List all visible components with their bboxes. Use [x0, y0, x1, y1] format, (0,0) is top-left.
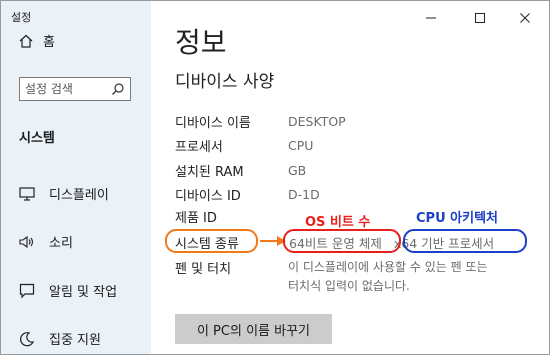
annotation-label-cpu-arch: CPU 아키텍처 — [416, 211, 498, 226]
close-icon — [520, 13, 530, 23]
spec-value: CPU — [288, 137, 314, 153]
sidebar-item-label: 디스플레이 — [49, 188, 109, 203]
spec-label: 디바이스 ID — [175, 188, 241, 204]
spec-label: 프로세서 — [175, 139, 223, 155]
sidebar-item-label: 알림 및 작업 — [49, 285, 118, 300]
minimize-icon — [426, 17, 436, 19]
speaker-icon — [19, 235, 35, 249]
sidebar: 설정 홈 시스템 디스플레이 소리 — [1, 1, 151, 354]
spec-row-pen-touch: 펜 및 터치 — [175, 257, 288, 277]
spec-row-product-id: 제품 ID — [175, 206, 288, 226]
app-title: 설정 — [11, 11, 32, 24]
maximize-icon — [475, 13, 485, 23]
spec-row-processor: 프로세서 CPU — [175, 135, 313, 155]
spec-value: GB — [288, 162, 307, 178]
home-label: 홈 — [43, 35, 55, 50]
search-input[interactable] — [25, 82, 107, 96]
spec-value: DESKTOP — [288, 113, 346, 129]
spec-value: D-1D — [288, 186, 320, 202]
home-icon — [19, 34, 33, 48]
sidebar-item-focus-assist[interactable]: 집중 지원 — [19, 329, 101, 348]
settings-window: 설정 홈 시스템 디스플레이 소리 — [0, 0, 550, 355]
annotation-oval-cpu-arch — [403, 229, 527, 253]
spec-label: 설치된 RAM — [175, 164, 244, 180]
section-title-system: 시스템 — [19, 131, 55, 146]
spec-row-installed-ram: 설치된 RAM GB — [175, 160, 306, 180]
annotation-label-os-bits: OS 비트 수 — [305, 215, 371, 230]
sidebar-item-display[interactable]: 디스플레이 — [19, 184, 109, 203]
annotation-oval-os-bits — [283, 229, 401, 253]
maximize-button[interactable] — [470, 9, 490, 27]
moon-icon — [19, 331, 35, 347]
sidebar-item-label: 집중 지원 — [49, 333, 101, 348]
sidebar-item-notifications[interactable]: 알림 및 작업 — [19, 281, 117, 300]
annotation-oval-system-type — [165, 229, 258, 253]
spec-label: 디바이스 이름 — [175, 115, 251, 131]
sidebar-item-sound[interactable]: 소리 — [19, 232, 73, 251]
close-button[interactable] — [515, 9, 535, 27]
sidebar-item-label: 소리 — [49, 236, 73, 251]
main-content: 정보 디바이스 사양 디바이스 이름 DESKTOP 프로세서 CPU 설치된 … — [151, 1, 549, 354]
home-nav-item[interactable]: 홈 — [19, 31, 55, 50]
page-title: 정보 — [175, 26, 227, 59]
spec-row-device-name: 디바이스 이름 DESKTOP — [175, 111, 346, 131]
spec-row-device-id: 디바이스 ID D-1D — [175, 184, 320, 204]
settings-search-box[interactable] — [19, 77, 131, 101]
spec-label: 펜 및 터치 — [175, 261, 232, 277]
display-icon — [19, 186, 35, 201]
rename-pc-button[interactable]: 이 PC의 이름 바꾸기 — [175, 314, 332, 344]
notification-icon — [19, 283, 35, 299]
section-heading-device-specs: 디바이스 사양 — [175, 72, 275, 92]
minimize-button[interactable] — [421, 9, 441, 27]
spec-value-pen-touch: 이 디스플레이에 사용할 수 있는 펜 또는 터치식 입력이 없습니다. — [288, 260, 488, 293]
search-icon[interactable] — [111, 82, 125, 96]
spec-label: 제품 ID — [175, 210, 217, 226]
